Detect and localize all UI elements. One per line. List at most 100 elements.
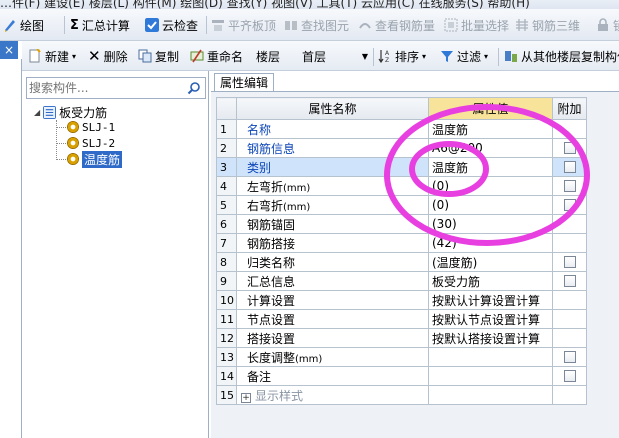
property-name-label: 备注 bbox=[247, 369, 272, 384]
batch-select-label: 批量选择 bbox=[461, 18, 510, 33]
property-name-cell[interactable]: 钢筋信息 bbox=[236, 138, 429, 158]
property-name-cell[interactable]: 左弯折(mm) bbox=[236, 176, 429, 196]
table-row[interactable]: 15 + 显示样式 bbox=[216, 385, 587, 405]
rename-button[interactable]: 重命名 bbox=[190, 41, 243, 71]
attach-checkbox[interactable] bbox=[563, 351, 576, 363]
table-row[interactable]: 11 节点设置 按默认节点设置计算 bbox=[216, 309, 587, 329]
search-box bbox=[26, 77, 206, 99]
property-value-cell[interactable]: (温度筋) bbox=[428, 252, 553, 272]
table-row[interactable]: 7 钢筋搭接 (42) bbox=[216, 233, 587, 253]
property-name-cell[interactable]: 节点设置 bbox=[236, 309, 429, 329]
property-name-cell[interactable]: 钢筋搭接 bbox=[236, 233, 429, 253]
attach-checkbox[interactable] bbox=[563, 180, 576, 192]
property-name-cell[interactable]: 右弯折(mm) bbox=[236, 195, 429, 215]
search-input[interactable] bbox=[29, 80, 179, 96]
table-row[interactable]: 2 钢筋信息 A6@200 bbox=[216, 138, 587, 158]
property-value-cell[interactable]: 按默认搭接设置计算 bbox=[428, 328, 553, 348]
tab-property-edit[interactable]: 属性编辑 bbox=[214, 73, 274, 91]
draw-icon bbox=[5, 20, 15, 32]
property-value-cell[interactable]: (30) bbox=[428, 214, 553, 234]
property-value-cell[interactable]: 温度筋 bbox=[428, 157, 553, 177]
filter-button[interactable]: 过滤 ▾ bbox=[440, 41, 488, 71]
property-name-cell[interactable]: + 显示样式 bbox=[236, 385, 429, 405]
floor-select[interactable]: 首层 ▼ bbox=[298, 47, 368, 65]
align-top-icon bbox=[212, 20, 224, 31]
attach-checkbox[interactable] bbox=[563, 142, 576, 154]
attach-checkbox[interactable] bbox=[563, 199, 576, 211]
cloud-check-icon bbox=[145, 18, 159, 32]
property-value-cell[interactable]: 温度筋 bbox=[428, 119, 553, 139]
component-gear-icon bbox=[67, 121, 79, 133]
table-row[interactable]: 13 长度调整(mm) bbox=[216, 347, 587, 367]
property-name-cell[interactable]: 钢筋锚固 bbox=[236, 214, 429, 234]
floor-label: 楼层 bbox=[256, 49, 281, 64]
attach-checkbox[interactable] bbox=[563, 161, 576, 173]
cloud-check-button[interactable]: 云检查 bbox=[145, 9, 198, 41]
delete-button[interactable]: ✕ 删除 bbox=[88, 41, 128, 71]
align-slab-top-button[interactable]: 平齐板顶 bbox=[211, 9, 276, 41]
property-value-cell[interactable]: 板受力筋 bbox=[428, 271, 553, 291]
expand-icon[interactable]: + bbox=[241, 392, 251, 403]
property-value-cell[interactable] bbox=[428, 385, 553, 405]
property-name-cell[interactable]: 长度调整(mm) bbox=[236, 347, 429, 367]
copy-from-other-floor-button[interactable]: 从其他楼层复制构件 bbox=[504, 41, 619, 71]
rebar-3d-button[interactable]: 钢筋三维 bbox=[515, 9, 580, 41]
summary-calc-button[interactable]: Σ 汇总计算 bbox=[70, 9, 130, 41]
property-name-label: 右弯折 bbox=[247, 198, 284, 213]
view-rebar-qty-button[interactable]: 查看钢筋量 bbox=[358, 9, 435, 41]
attach-checkbox[interactable] bbox=[563, 275, 576, 287]
property-name-cell[interactable]: 类别 bbox=[236, 157, 429, 177]
table-row[interactable]: 3 类别 温度筋 bbox=[216, 157, 587, 177]
row-number-header bbox=[216, 97, 237, 120]
find-element-label: 查找图元 bbox=[301, 18, 350, 33]
table-row[interactable]: 6 钢筋锚固 (30) bbox=[216, 214, 587, 234]
copy-from-other-floor-label: 从其他楼层复制构件 bbox=[521, 49, 619, 64]
attach-checkbox[interactable] bbox=[563, 370, 576, 382]
tab-property-edit-label: 属性编辑 bbox=[219, 76, 268, 90]
table-row[interactable]: 4 左弯折(mm) (0) bbox=[216, 176, 587, 196]
find-element-icon bbox=[285, 21, 297, 30]
batch-select-button[interactable]: 批量选择 bbox=[444, 9, 509, 41]
table-row[interactable]: 5 右弯折(mm) (0) bbox=[216, 195, 587, 215]
sort-button[interactable]: AZ 排序 ▾ bbox=[378, 41, 426, 71]
find-element-button[interactable]: 查找图元 bbox=[284, 9, 349, 41]
property-value-cell[interactable] bbox=[428, 347, 553, 367]
property-value-cell[interactable]: (0) bbox=[428, 176, 553, 196]
copy-icon bbox=[138, 49, 152, 63]
close-panel-button[interactable]: × bbox=[0, 41, 18, 59]
property-value-cell[interactable]: 按默认节点设置计算 bbox=[428, 309, 553, 329]
property-value-cell[interactable] bbox=[428, 366, 553, 386]
search-icon[interactable] bbox=[187, 81, 201, 95]
lock-button[interactable]: 锁 bbox=[596, 9, 619, 41]
table-row[interactable]: 12 搭接设置 按默认搭接设置计算 bbox=[216, 328, 587, 348]
table-row[interactable]: 8 归类名称 (温度筋) bbox=[216, 252, 587, 272]
property-value-cell[interactable]: A6@200 bbox=[428, 138, 553, 158]
table-row[interactable]: 10 计算设置 按默认计算设置计算 bbox=[216, 290, 587, 310]
new-icon bbox=[29, 49, 41, 63]
property-value-cell[interactable]: (0) bbox=[428, 195, 553, 215]
table-row[interactable]: 9 汇总信息 板受力筋 bbox=[216, 271, 587, 291]
table-row[interactable]: 1 名称 温度筋 bbox=[216, 119, 587, 139]
property-name-cell[interactable]: 归类名称 bbox=[236, 252, 429, 272]
property-name-cell[interactable]: 搭接设置 bbox=[236, 328, 429, 348]
collapse-triangle-icon[interactable]: ◢ bbox=[34, 108, 40, 117]
column-header-extra[interactable]: 附加 bbox=[552, 97, 587, 120]
new-button[interactable]: 新建 ▾ bbox=[28, 41, 76, 71]
sort-label: 排序 bbox=[395, 49, 420, 64]
component-gear-icon bbox=[67, 153, 79, 165]
property-value-cell[interactable]: 按默认计算设置计算 bbox=[428, 290, 553, 310]
column-header-value[interactable]: 属性值 bbox=[428, 97, 553, 120]
attach-cell bbox=[552, 271, 587, 291]
property-value-cell[interactable]: (42) bbox=[428, 233, 553, 253]
attach-checkbox[interactable] bbox=[563, 256, 576, 268]
column-header-name[interactable]: 属性名称 bbox=[236, 97, 429, 120]
property-name-cell[interactable]: 备注 bbox=[236, 366, 429, 386]
table-row[interactable]: 14 备注 bbox=[216, 366, 587, 386]
property-name-cell[interactable]: 名称 bbox=[236, 119, 429, 139]
property-name-cell[interactable]: 计算设置 bbox=[236, 290, 429, 310]
draw-button[interactable]: 绘图 bbox=[3, 9, 44, 41]
tree-item-temperature-rebar[interactable]: 温度筋 bbox=[67, 150, 123, 168]
attach-cell bbox=[552, 233, 587, 253]
property-name-cell[interactable]: 汇总信息 bbox=[236, 271, 429, 291]
copy-button[interactable]: 复制 bbox=[138, 41, 179, 71]
